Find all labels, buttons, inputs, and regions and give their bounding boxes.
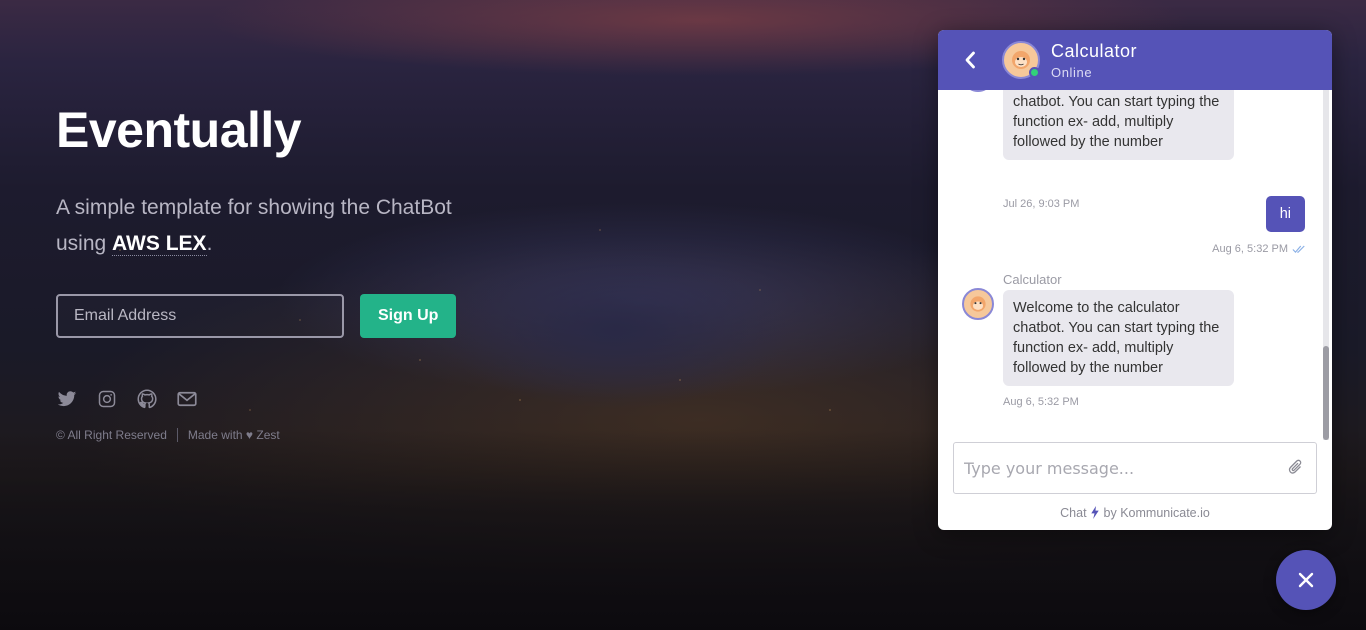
chat-widget: Calculator Online chatbot. You can start… <box>938 30 1332 530</box>
email-field[interactable] <box>56 294 344 338</box>
message-timestamp: Aug 6, 5:32 PM <box>1003 396 1079 408</box>
message-bubble-received: Welcome to the calculator chatbot. You c… <box>1003 290 1234 386</box>
hero-subtitle-highlight: AWS LEX <box>112 232 207 256</box>
message-bubble-sent: hi <box>1265 196 1305 232</box>
bot-name: Calculator <box>1051 40 1138 61</box>
bot-avatar <box>1002 41 1040 79</box>
mail-icon[interactable] <box>176 388 198 410</box>
signup-form: Sign Up <box>56 294 476 338</box>
message-timestamp: Jul 26, 9:03 PM <box>1003 198 1080 210</box>
message-input[interactable] <box>964 458 1286 478</box>
made-with-text: Made with ♥ Zest <box>187 428 280 442</box>
paperclip-icon[interactable] <box>1286 458 1306 478</box>
close-icon <box>1298 572 1314 588</box>
background-lake <box>440 250 790 410</box>
online-status-dot <box>1029 67 1040 78</box>
message-composer <box>953 442 1317 494</box>
powered-by[interactable]: Chat by Kommunicate.io <box>938 506 1332 520</box>
scrollbar-thumb[interactable] <box>1323 346 1329 440</box>
powered-prefix: Chat <box>1060 506 1087 520</box>
social-links <box>56 388 476 410</box>
copyright-text: © All Right Reserved <box>56 428 167 442</box>
hero-subtitle-end: . <box>206 232 213 255</box>
chat-header-info: Calculator Online <box>1051 41 1137 80</box>
twitter-icon[interactable] <box>56 388 78 410</box>
hero-title: Eventually <box>56 102 302 158</box>
bot-status: Online <box>1051 64 1093 80</box>
message-avatar <box>962 90 994 92</box>
close-chat-button[interactable] <box>1276 550 1336 610</box>
message-timestamp: Aug 6, 5:32 PM <box>1212 243 1288 255</box>
lightning-icon <box>1091 506 1099 519</box>
instagram-icon[interactable] <box>96 388 118 410</box>
message-meta-sent: Aug 6, 5:32 PM <box>1212 243 1306 255</box>
back-arrow-icon[interactable] <box>960 50 980 70</box>
powered-suffix: by Kommunicate.io <box>1103 506 1210 520</box>
hero-subtitle: A simple template for showing the ChatBo… <box>56 190 476 262</box>
hero-section: Eventually A simple template for showing… <box>56 100 476 442</box>
double-check-icon <box>1292 245 1305 253</box>
footer-divider <box>176 428 178 442</box>
github-icon[interactable] <box>136 388 158 410</box>
monkey-bot-icon <box>970 296 986 312</box>
signup-button[interactable]: Sign Up <box>360 294 457 338</box>
message-list[interactable]: chatbot. You can start typing the functi… <box>938 90 1332 440</box>
message-sender-name: Calculator <box>1003 272 1062 287</box>
chat-header: Calculator Online <box>938 30 1332 90</box>
message-avatar <box>962 288 994 320</box>
footer-note: © All Right Reserved Made with ♥ Zest <box>56 428 476 442</box>
message-bubble-received: chatbot. You can start typing the functi… <box>1003 90 1234 160</box>
